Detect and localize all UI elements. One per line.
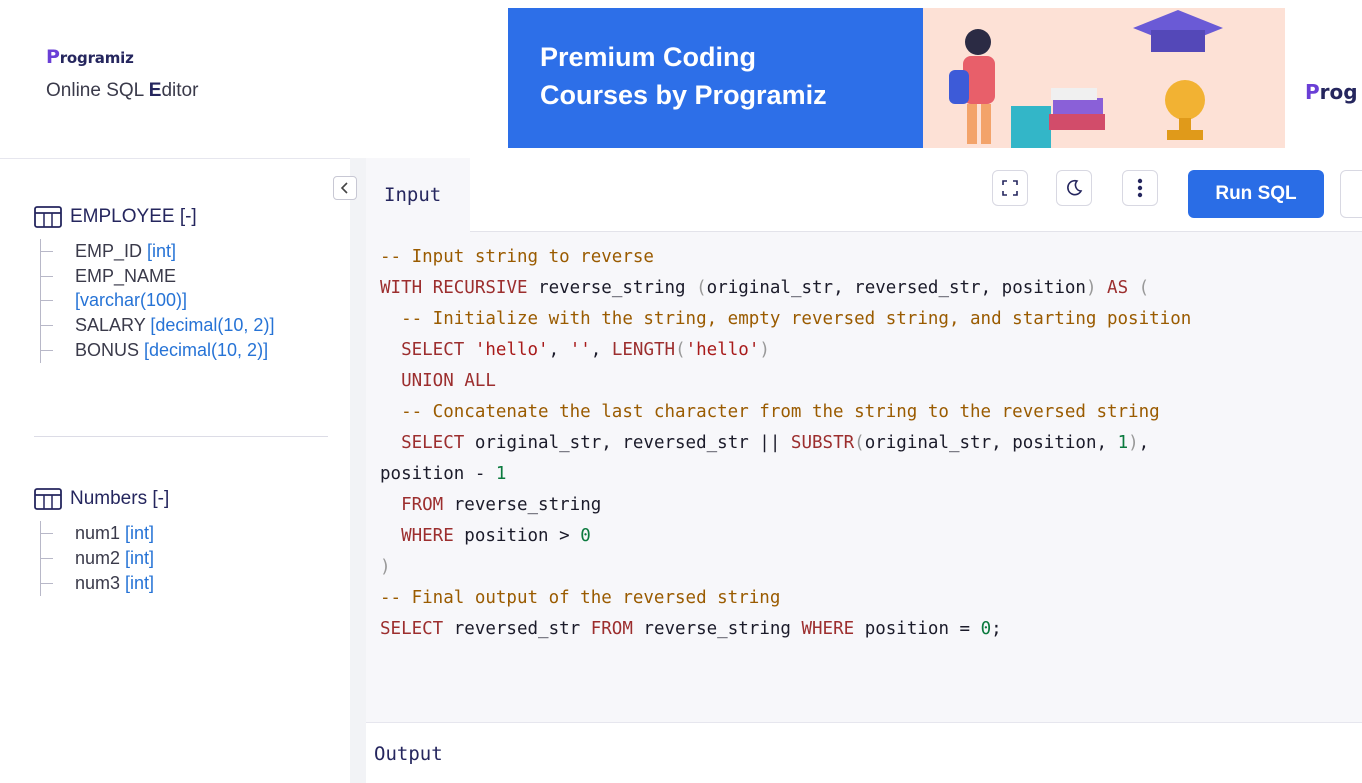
code-line: -- Concatenate the last character from t… (380, 402, 1160, 422)
theme-toggle-button[interactable] (1056, 170, 1092, 206)
column-item: SALARY [decimal(10, 2)] (41, 313, 274, 338)
programiz-logo[interactable]: Programiz (46, 46, 198, 68)
output-panel: Output (366, 722, 1362, 783)
ad-banner[interactable]: Premium Coding Courses by Programiz Prog (508, 8, 1362, 148)
code-line: WHERE position > 0 (401, 526, 591, 546)
column-item: num1 [int] (41, 521, 169, 546)
output-label: Output (374, 743, 443, 765)
kebab-menu-icon (1137, 178, 1143, 198)
app-subtitle: Online SQL Editor (46, 80, 199, 101)
column-item: [varchar(100)] (41, 288, 274, 313)
tab-input[interactable]: Input (366, 158, 470, 232)
chevron-left-icon (340, 182, 348, 194)
fullscreen-icon (1002, 180, 1018, 196)
editor-toolbar: Input Run SQL (350, 158, 1362, 232)
table-name: EMPLOYEE [-] (70, 206, 197, 227)
code-line: FROM reverse_string (401, 495, 602, 515)
schema-sidebar: EMPLOYEE [-] EMP_ID [int] EMP_NAME [varc… (0, 158, 350, 783)
code-line: position - 1 (380, 464, 507, 484)
editor-panel: Input Run SQL -- Input string to reverse… (350, 158, 1362, 783)
run-sql-button[interactable]: Run SQL (1188, 170, 1324, 218)
fullscreen-button[interactable] (992, 170, 1028, 206)
code-line: -- Final output of the reversed string (380, 588, 781, 608)
code-line: SELECT original_str, reversed_str || SUB… (401, 433, 1150, 453)
collapse-sidebar-button[interactable] (333, 176, 357, 200)
code-line: WITH RECURSIVE reverse_string (original_… (380, 278, 1150, 298)
sidebar-divider (34, 436, 328, 437)
column-item: num2 [int] (41, 546, 169, 571)
code-editor[interactable]: -- Input string to reverse WITH RECURSIVE… (366, 232, 1362, 722)
brand[interactable]: Programiz Online SQL Editor (46, 46, 198, 102)
code-line: -- Initialize with the string, empty rev… (380, 309, 1192, 329)
column-item: EMP_NAME (41, 264, 274, 289)
table-icon (34, 488, 62, 510)
table-name: Numbers [-] (70, 488, 170, 509)
banner-logo: Prog (1305, 80, 1358, 104)
code-line: SELECT reversed_str FROM reverse_string … (380, 619, 1002, 639)
banner-illustration (949, 10, 1223, 148)
table-icon (34, 206, 62, 228)
code-line: ) (380, 557, 391, 577)
column-list: num1 [int] num2 [int] num3 [int] (40, 521, 169, 596)
column-list: EMP_ID [int] EMP_NAME [varchar(100)] SAL… (40, 239, 274, 363)
code-line: SELECT 'hello', '', LENGTH('hello') (401, 340, 770, 360)
table-numbers[interactable]: Numbers [-] num1 [int] num2 [int] num3 [… (34, 485, 169, 596)
clear-button[interactable] (1340, 170, 1362, 218)
table-employee[interactable]: EMPLOYEE [-] EMP_ID [int] EMP_NAME [varc… (34, 203, 274, 363)
more-options-button[interactable] (1122, 170, 1158, 206)
column-item: BONUS [decimal(10, 2)] (41, 338, 274, 363)
column-item: EMP_ID [int] (41, 239, 274, 264)
code-line: UNION ALL (401, 371, 496, 391)
header: Programiz Online SQL Editor Premium Codi… (0, 0, 1362, 158)
column-item: num3 [int] (41, 571, 169, 596)
moon-icon (1067, 179, 1083, 196)
code-line: -- Input string to reverse (380, 247, 654, 267)
banner-headline: Premium Coding Courses by Programiz (540, 42, 827, 110)
